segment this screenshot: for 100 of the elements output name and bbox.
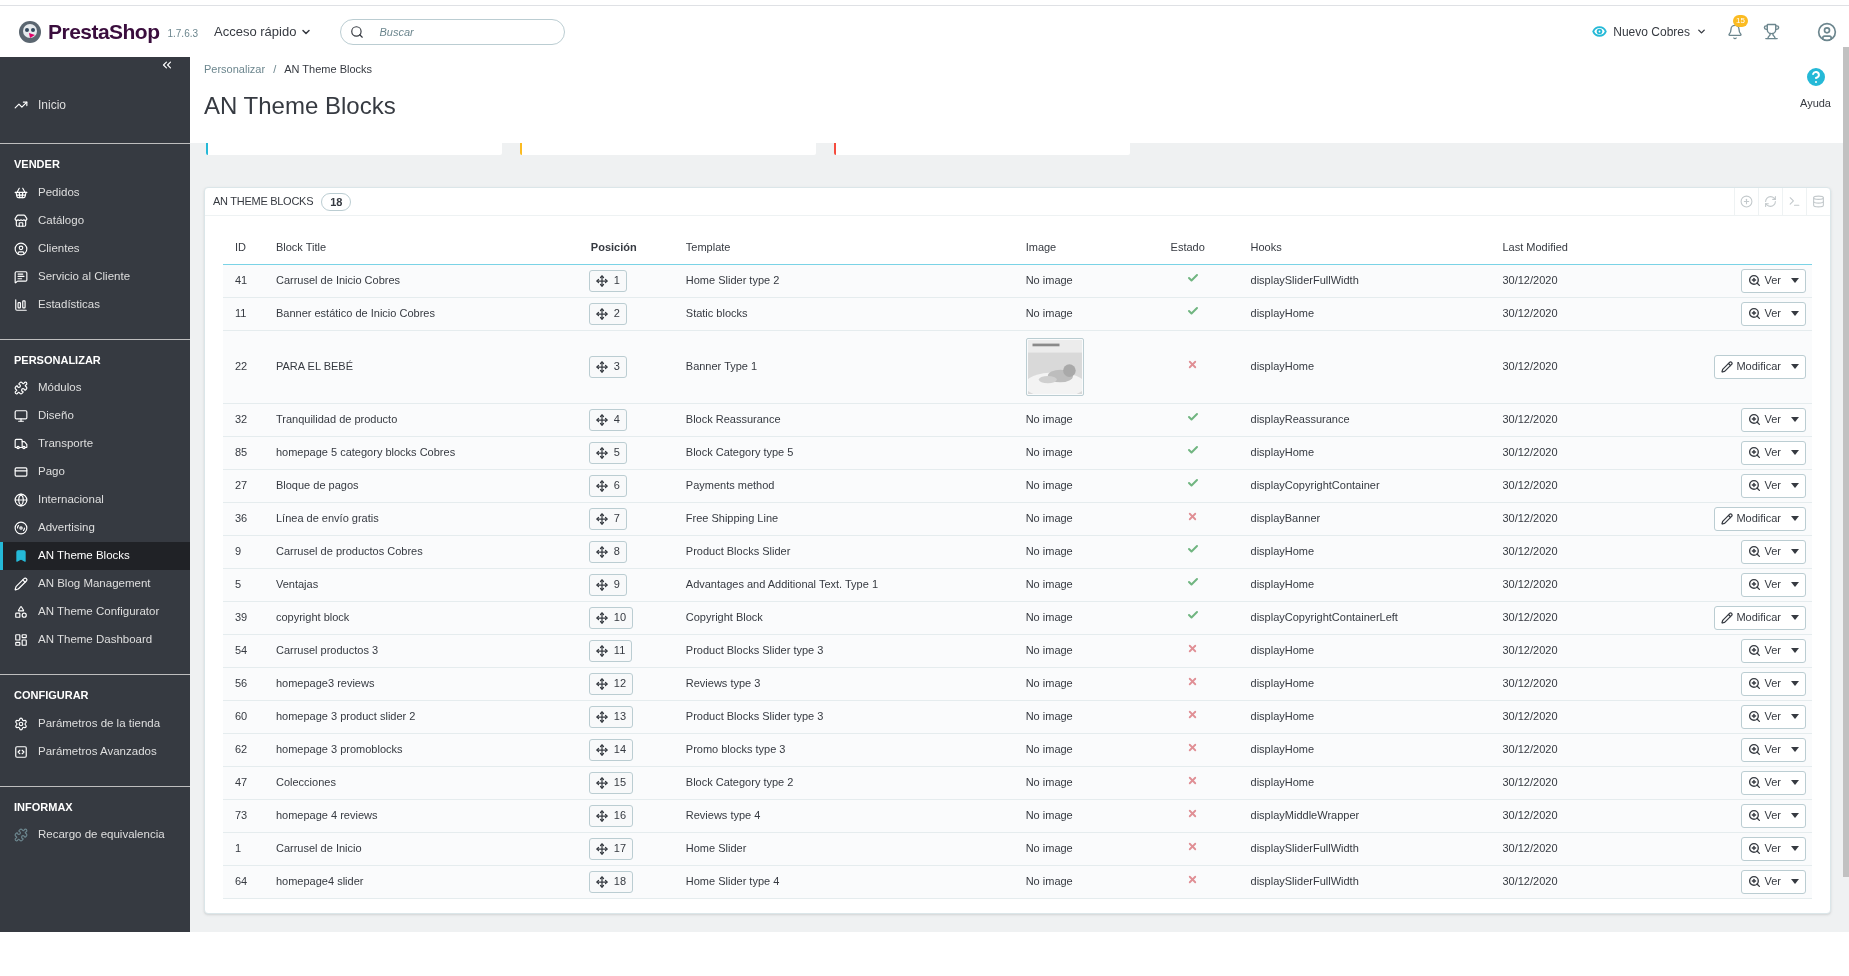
check-icon[interactable] [1186, 411, 1199, 424]
move-icon [595, 578, 608, 591]
settings-icon [14, 716, 28, 731]
caret-icon [1791, 615, 1799, 620]
drag-handle[interactable]: 1 [588, 269, 627, 292]
sidebar-item[interactable]: Servicio al Cliente [0, 262, 190, 291]
table-cell: 30/12/2020 [1494, 436, 1715, 469]
check-icon[interactable] [1186, 444, 1199, 457]
column-header[interactable]: Estado [1162, 230, 1243, 264]
sidebar-item[interactable]: Parámetros Avanzados [0, 737, 190, 766]
check-icon[interactable] [1186, 576, 1199, 589]
sidebar-item[interactable]: Pedidos [0, 178, 190, 207]
drag-handle[interactable]: 13 [588, 705, 634, 728]
add-icon[interactable] [1740, 195, 1753, 208]
column-header[interactable]: Hooks [1242, 230, 1495, 264]
bell-icon[interactable] [1727, 23, 1743, 40]
close-icon[interactable] [1187, 841, 1199, 853]
sidebar-item[interactable]: Diseño [0, 402, 190, 430]
sidebar-item[interactable]: AN Blog Management [0, 570, 190, 598]
table-cell: Home Slider type 2 [677, 264, 1018, 297]
close-icon[interactable] [1187, 359, 1199, 371]
close-icon[interactable] [1187, 742, 1199, 754]
table-cell: displayCopyrightContainer [1242, 469, 1495, 502]
move-icon [595, 776, 608, 789]
drag-handle[interactable]: 3 [588, 355, 627, 378]
drag-handle[interactable]: 12 [588, 672, 634, 695]
sidebar-item[interactable]: Advertising [0, 514, 190, 542]
quick-access-dropdown[interactable]: Acceso rápido [214, 21, 313, 42]
pencil-icon [1721, 512, 1734, 525]
sidebar-item[interactable]: AN Theme Dashboard [0, 626, 190, 654]
move-icon [595, 512, 608, 525]
column-header[interactable]: Posición [582, 230, 678, 264]
table-cell: No image [1025, 578, 1073, 591]
sidebar-item[interactable]: AN Theme Configurator [0, 598, 190, 626]
sidebar-item[interactable]: Transporte [0, 430, 190, 458]
drag-handle[interactable]: 11 [588, 639, 633, 662]
check-icon[interactable] [1186, 477, 1199, 490]
check-icon[interactable] [1186, 543, 1199, 556]
drag-handle[interactable]: 15 [588, 771, 634, 794]
table-cell: No image [1025, 644, 1073, 657]
sidebar-item[interactable]: Estadísticas [0, 290, 190, 319]
sidebar-item[interactable]: Catálogo [0, 206, 190, 235]
close-icon[interactable] [1187, 511, 1199, 523]
scrollbar[interactable] [1843, 47, 1849, 877]
sidebar-item[interactable]: Parámetros de la tienda [0, 709, 190, 738]
close-icon[interactable] [1187, 643, 1199, 655]
drag-handle[interactable]: 17 [588, 837, 634, 860]
sidebar-item[interactable]: Internacional [0, 486, 190, 514]
column-header[interactable]: Block Title [267, 230, 583, 264]
check-icon[interactable] [1186, 272, 1199, 285]
check-icon[interactable] [1186, 609, 1199, 622]
drag-handle[interactable]: 8 [588, 540, 627, 563]
trophy-icon[interactable] [1763, 23, 1780, 40]
sidebar-item[interactable]: Módulos [0, 374, 190, 402]
drag-handle[interactable]: 2 [588, 302, 627, 325]
database-icon[interactable] [1812, 195, 1825, 208]
drag-handle[interactable]: 9 [588, 573, 627, 596]
close-icon[interactable] [1187, 874, 1199, 886]
caret-icon [1696, 26, 1707, 37]
breadcrumb-link[interactable]: Personalizar [204, 61, 266, 78]
drag-handle[interactable]: 4 [588, 408, 627, 431]
drag-handle[interactable]: 18 [588, 870, 634, 893]
sidebar-item[interactable]: AN Theme Blocks [0, 542, 190, 570]
refresh-icon[interactable] [1764, 195, 1777, 208]
table-cell: 1 [223, 832, 268, 865]
collapse-icon[interactable] [160, 58, 174, 72]
table-cell: 30/12/2020 [1494, 766, 1715, 799]
close-icon[interactable] [1187, 775, 1199, 787]
shop-link[interactable]: Nuevo Cobres [1592, 22, 1707, 41]
column-header[interactable]: Template [677, 230, 1018, 264]
table-cell: displayHome [1242, 436, 1495, 469]
user-icon[interactable] [1817, 21, 1837, 42]
column-header[interactable]: Last Modified [1494, 230, 1715, 264]
drag-handle[interactable]: 14 [588, 738, 634, 761]
sidebar-item[interactable]: Recargo de equivalencia [0, 821, 190, 849]
column-header[interactable]: ID [223, 230, 268, 264]
close-icon[interactable] [1187, 676, 1199, 688]
drag-handle[interactable]: 7 [588, 507, 627, 530]
sidebar-item[interactable]: Pago [0, 458, 190, 486]
drag-handle[interactable]: 16 [588, 804, 634, 827]
zoom-icon [1748, 578, 1762, 591]
table-cell: 30/12/2020 [1494, 865, 1715, 898]
zoom-icon [1748, 842, 1762, 855]
sidebar-item[interactable]: Inicio [0, 87, 190, 123]
column-header[interactable]: Image [1017, 230, 1163, 264]
sidebar-item[interactable]: Clientes [0, 234, 190, 263]
close-icon[interactable] [1187, 808, 1199, 820]
drag-handle[interactable]: 5 [588, 441, 627, 464]
table-cell: Promo blocks type 3 [677, 733, 1018, 766]
eye-icon [1592, 24, 1608, 39]
table-cell: 30/12/2020 [1494, 667, 1715, 700]
help-button[interactable]: Ayuda [1800, 65, 1831, 143]
globe-icon [14, 493, 28, 507]
terminal-icon[interactable] [1788, 195, 1801, 208]
drag-handle[interactable]: 6 [588, 474, 627, 497]
drag-handle[interactable]: 10 [588, 606, 634, 629]
search-field[interactable]: Buscar [340, 18, 566, 45]
check-icon[interactable] [1186, 305, 1199, 318]
shapes-icon [14, 605, 28, 619]
close-icon[interactable] [1187, 709, 1199, 721]
